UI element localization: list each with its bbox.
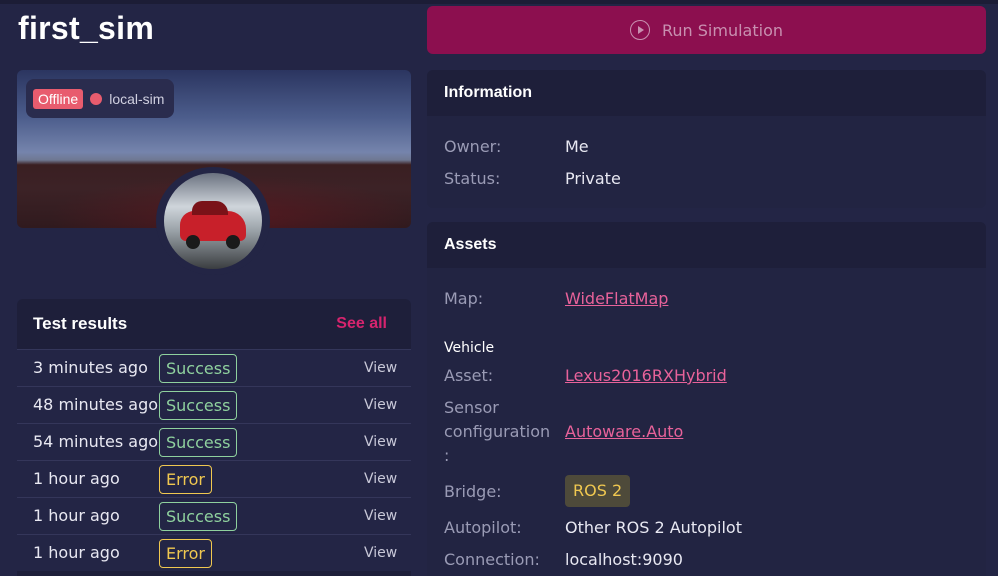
bridge-badge: ROS 2 [565,475,631,507]
result-time: 48 minutes ago [33,395,159,414]
status-value: Private [565,169,621,188]
view-result-link[interactable]: View [364,545,397,561]
owner-value: Me [565,137,589,156]
wheel-icon [226,235,240,249]
view-result-link[interactable]: View [364,434,397,450]
status-label: Status: [444,169,501,188]
result-time: 1 hour ago [33,543,120,562]
result-status-badge: Success [159,502,238,531]
page-title: first_sim [18,10,155,46]
status-dot-icon [90,92,103,105]
result-status-badge: Success [159,428,238,457]
test-results-header: Test results See all [17,299,411,349]
test-result-row: 1 hour ago Error View [17,460,411,497]
top-border [0,0,998,4]
cluster-status-chip: Offline local-sim [26,79,174,118]
cluster-name: local-sim [109,90,165,107]
vehicle-asset-link[interactable]: Lexus2016RXHybrid [565,366,727,385]
sensor-configuration-link[interactable]: Autoware.Auto [565,422,683,441]
test-result-row: 3 minutes ago Success View [17,349,411,386]
autopilot-value: Other ROS 2 Autopilot [565,518,742,537]
sensor-label-line3: : [444,446,450,465]
view-result-link[interactable]: View [364,508,397,524]
vehicle-avatar [156,167,270,275]
bridge-label: Bridge: [444,482,502,501]
information-heading: Information [427,70,986,116]
owner-label: Owner: [444,137,502,156]
assets-card: Assets Map: WideFlatMap Vehicle Asset: L… [427,222,986,576]
test-result-row: 48 minutes ago Success View [17,386,411,423]
view-result-link[interactable]: View [364,360,397,376]
sensor-label-line1: Sensor [444,398,499,417]
information-card: Information Owner: Me Status: Private [427,70,986,208]
result-status-badge: Success [159,354,238,383]
play-icon [630,20,650,40]
autopilot-label: Autopilot: [444,518,522,537]
test-result-row: 54 minutes ago Success View [17,423,411,460]
map-link[interactable]: WideFlatMap [565,289,668,308]
test-results-panel: Test results See all 3 minutes ago Succe… [17,299,411,576]
run-simulation-label: Run Simulation [662,20,783,40]
result-time: 3 minutes ago [33,358,148,377]
result-time: 54 minutes ago [33,432,159,451]
run-simulation-button[interactable]: Run Simulation [427,6,986,54]
view-result-link[interactable]: View [364,397,397,413]
offline-badge: Offline [33,88,84,109]
wheel-icon [186,235,200,249]
test-results-heading: Test results [33,314,128,333]
vehicle-subheading: Vehicle [444,340,495,356]
see-all-link[interactable]: See all [336,315,387,333]
result-status-badge: Error [159,465,212,494]
connection-value: localhost:9090 [565,550,683,569]
assets-heading: Assets [427,222,986,268]
test-result-row: 1 hour ago Error View [17,534,411,571]
view-result-link[interactable]: View [364,471,397,487]
result-time: 1 hour ago [33,469,120,488]
result-status-badge: Error [159,539,212,568]
test-result-row: 1 hour ago Success View [17,497,411,534]
result-time: 1 hour ago [33,506,120,525]
asset-label: Asset: [444,366,494,385]
connection-label: Connection: [444,550,540,569]
sensor-label-line2: configuration [444,422,551,441]
map-label: Map: [444,289,484,308]
vehicle-image [164,173,262,269]
result-status-badge: Success [159,391,238,420]
